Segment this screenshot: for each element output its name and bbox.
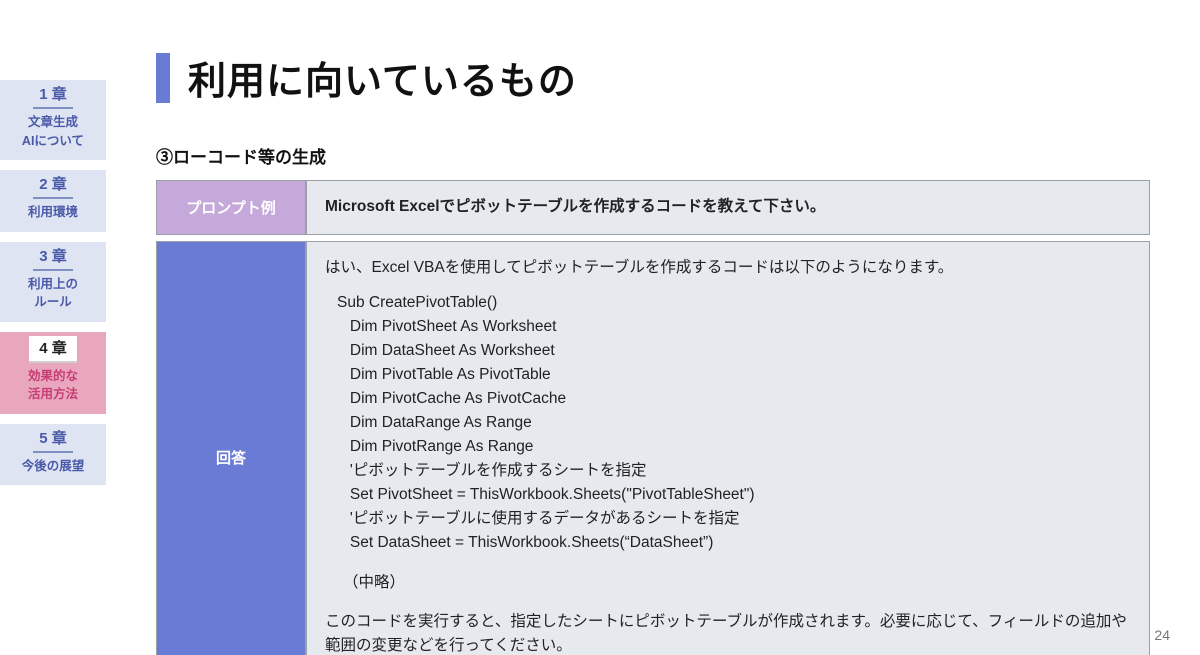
nav-title-label: 利用環境 <box>28 205 78 219</box>
answer-row: 回答 はい、Excel VBAを使用してピボットテーブルを作成するコードは以下の… <box>156 241 1150 655</box>
nav-chapter-label: 4 章 <box>29 336 77 363</box>
title-accent-bar <box>156 53 170 103</box>
nav-title-label: 効果的な 活用方法 <box>28 369 78 402</box>
page-number: 24 <box>1154 627 1170 643</box>
slide-content: 利用に向いているもの ③ローコード等の生成 プロンプト例 Microsoft E… <box>106 0 1200 655</box>
nav-chapter-label: 3 章 <box>33 246 73 271</box>
nav-item-ch5[interactable]: 5 章 今後の展望 <box>0 424 106 486</box>
nav-title-label: 利用上の ルール <box>28 277 78 310</box>
nav-title-label: 文章生成 AIについて <box>22 115 84 148</box>
page-title: 利用に向いているもの <box>188 50 577 105</box>
section-subtitle: ③ローコード等の生成 <box>156 143 1150 168</box>
example-table: プロンプト例 Microsoft Excelでピボットテーブルを作成するコードを… <box>156 174 1150 655</box>
nav-chapter-label: 1 章 <box>33 84 73 109</box>
prompt-header-cell: プロンプト例 <box>156 180 306 235</box>
prompt-row: プロンプト例 Microsoft Excelでピボットテーブルを作成するコードを… <box>156 180 1150 235</box>
nav-title-label: 今後の展望 <box>22 459 85 473</box>
nav-chapter-label: 2 章 <box>33 174 73 199</box>
answer-body-cell: はい、Excel VBAを使用してピボットテーブルを作成するコードは以下のように… <box>306 241 1150 655</box>
slide-page: 1 章 文章生成 AIについて 2 章 利用環境 3 章 利用上の ルール 4 … <box>0 0 1200 655</box>
answer-header-cell: 回答 <box>156 241 306 655</box>
answer-omission: （中略） <box>343 571 1131 596</box>
nav-item-ch4[interactable]: 4 章 効果的な 活用方法 <box>0 332 106 414</box>
answer-code: Sub CreatePivotTable() Dim PivotSheet As… <box>337 291 1131 555</box>
nav-item-ch3[interactable]: 3 章 利用上の ルール <box>0 242 106 322</box>
title-row: 利用に向いているもの <box>156 50 1150 105</box>
answer-intro: はい、Excel VBAを使用してピボットテーブルを作成するコードは以下のように… <box>325 256 1131 281</box>
nav-item-ch1[interactable]: 1 章 文章生成 AIについて <box>0 80 106 160</box>
chapter-nav: 1 章 文章生成 AIについて 2 章 利用環境 3 章 利用上の ルール 4 … <box>0 0 106 655</box>
nav-item-ch2[interactable]: 2 章 利用環境 <box>0 170 106 232</box>
prompt-body-cell: Microsoft Excelでピボットテーブルを作成するコードを教えて下さい。 <box>306 180 1150 235</box>
answer-outro: このコードを実行すると、指定したシートにピボットテーブルが作成されます。必要に応… <box>325 610 1131 655</box>
nav-chapter-label: 5 章 <box>33 428 73 453</box>
